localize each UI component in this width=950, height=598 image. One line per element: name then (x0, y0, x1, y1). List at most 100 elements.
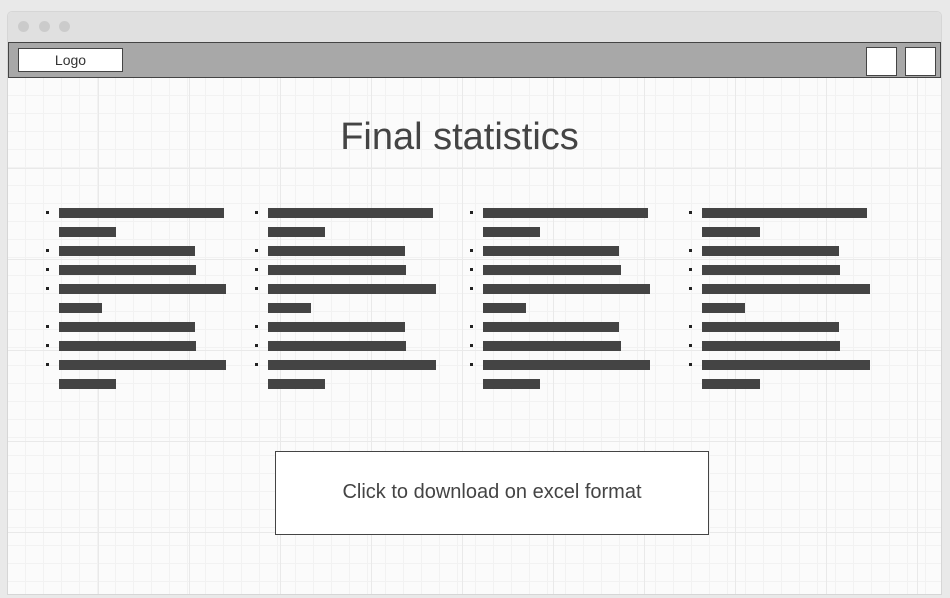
bullet-icon (255, 268, 258, 271)
text-placeholder-bar (702, 303, 745, 313)
window-close-dot[interactable] (18, 21, 29, 32)
text-placeholder-bar (59, 360, 226, 370)
list-item (689, 341, 870, 351)
bullet-icon (470, 211, 473, 214)
text-placeholder-bar (59, 227, 116, 237)
text-placeholder-bar (483, 265, 621, 275)
list-item (46, 360, 226, 389)
bullet-icon (255, 344, 258, 347)
text-placeholder-bar (483, 360, 650, 370)
text-placeholder-bar (268, 341, 406, 351)
list-item (46, 284, 226, 313)
text-placeholder-bar (59, 303, 102, 313)
text-placeholder-bar (483, 322, 619, 332)
text-placeholder-bar (59, 341, 196, 351)
text-placeholder-bar (702, 341, 840, 351)
bullet-icon (46, 363, 49, 366)
bullet-icon (46, 268, 49, 271)
list-item (470, 322, 650, 332)
download-excel-button[interactable]: Click to download on excel format (275, 451, 709, 535)
bullet-icon (46, 287, 49, 290)
stats-column-2 (255, 208, 436, 398)
list-item (46, 208, 226, 237)
text-placeholder-bar (59, 208, 224, 218)
browser-window: Logo Final statistics Click to download … (8, 12, 941, 594)
text-placeholder-bar (702, 246, 839, 256)
list-item (689, 322, 870, 332)
bullet-icon (255, 363, 258, 366)
text-placeholder-bar (268, 246, 405, 256)
text-placeholder-bar (702, 284, 870, 294)
list-item (46, 322, 226, 332)
top-toolbar: Logo (8, 42, 941, 78)
text-placeholder-bar (702, 379, 760, 389)
list-item (255, 208, 436, 237)
bullet-icon (470, 268, 473, 271)
text-placeholder-bar (702, 265, 840, 275)
list-item (689, 208, 870, 237)
list-item (689, 284, 870, 313)
logo[interactable]: Logo (18, 48, 123, 72)
text-placeholder-bar (702, 227, 760, 237)
bullet-icon (689, 325, 692, 328)
list-item (255, 322, 436, 332)
window-maximize-dot[interactable] (59, 21, 70, 32)
text-placeholder-bar (702, 360, 870, 370)
bullet-icon (46, 325, 49, 328)
stats-column-4 (689, 208, 870, 398)
list-item (255, 284, 436, 313)
text-placeholder-bar (59, 284, 226, 294)
bullet-icon (470, 325, 473, 328)
list-item (470, 341, 650, 351)
text-placeholder-bar (483, 227, 540, 237)
text-placeholder-bar (702, 322, 839, 332)
bullet-icon (46, 249, 49, 252)
toolbar-button-2[interactable] (905, 47, 936, 76)
list-item (470, 360, 650, 389)
text-placeholder-bar (268, 265, 406, 275)
main-content: Final statistics Click to download on ex… (8, 78, 941, 594)
list-item (46, 246, 226, 256)
bullet-icon (689, 249, 692, 252)
text-placeholder-bar (268, 208, 433, 218)
text-placeholder-bar (268, 360, 436, 370)
list-item (470, 208, 650, 237)
bullet-icon (255, 325, 258, 328)
stats-column-1 (46, 208, 226, 398)
list-item (255, 360, 436, 389)
bullet-icon (689, 344, 692, 347)
list-item (470, 246, 650, 256)
text-placeholder-bar (59, 379, 116, 389)
text-placeholder-bar (59, 265, 196, 275)
text-placeholder-bar (268, 303, 311, 313)
text-placeholder-bar (59, 322, 195, 332)
text-placeholder-bar (268, 227, 325, 237)
list-item (689, 246, 870, 256)
text-placeholder-bar (483, 379, 540, 389)
text-placeholder-bar (483, 208, 648, 218)
bullet-icon (255, 211, 258, 214)
list-item (46, 265, 226, 275)
list-item (470, 284, 650, 313)
list-item (255, 265, 436, 275)
bullet-icon (46, 211, 49, 214)
stats-column-3 (470, 208, 650, 398)
toolbar-button-1[interactable] (866, 47, 897, 76)
bullet-icon (255, 287, 258, 290)
text-placeholder-bar (483, 341, 621, 351)
bullet-icon (470, 249, 473, 252)
bullet-icon (470, 287, 473, 290)
bullet-icon (255, 249, 258, 252)
bullet-icon (689, 363, 692, 366)
bullet-icon (689, 268, 692, 271)
list-item (255, 246, 436, 256)
bullet-icon (470, 344, 473, 347)
bullet-icon (470, 363, 473, 366)
list-item (46, 341, 226, 351)
text-placeholder-bar (483, 303, 526, 313)
window-minimize-dot[interactable] (39, 21, 50, 32)
list-item (689, 265, 870, 275)
text-placeholder-bar (59, 246, 195, 256)
bullet-icon (46, 344, 49, 347)
window-titlebar (8, 12, 941, 43)
